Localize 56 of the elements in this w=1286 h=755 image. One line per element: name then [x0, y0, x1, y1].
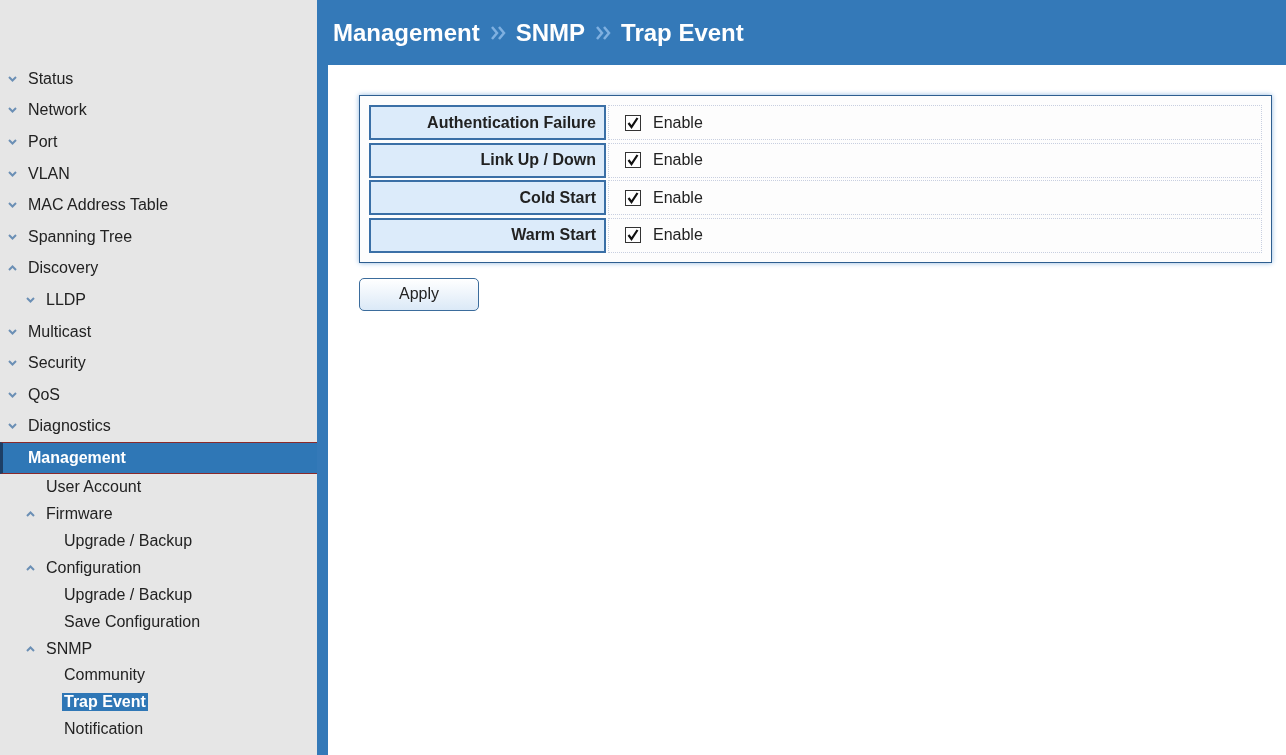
sidebar-item[interactable]: Upgrade / Backup [64, 585, 193, 604]
chevron-down-icon[interactable] [8, 75, 17, 82]
breadcrumb-item[interactable]: Management [333, 18, 480, 47]
chevron-down-icon[interactable] [8, 139, 17, 145]
chevron-down-icon[interactable] [8, 328, 17, 335]
chevron-down-icon[interactable] [26, 296, 35, 303]
sidebar-item[interactable]: Discovery [28, 259, 99, 278]
chevron-down-icon[interactable] [8, 107, 17, 114]
sidebar-item[interactable]: Status [28, 69, 74, 88]
sidebar-item[interactable]: Notification [64, 720, 144, 739]
field-label: Authentication Failure [369, 105, 606, 140]
chevron-down-icon[interactable] [8, 202, 17, 209]
checkbox[interactable] [625, 152, 641, 168]
chevron-separator-icon [489, 25, 506, 40]
checkbox-label: Enable [653, 226, 703, 244]
checkbox-label: Enable [653, 113, 703, 132]
checkbox[interactable] [625, 227, 641, 243]
field-label: Cold Start [369, 180, 606, 215]
sidebar-item[interactable]: QoS [28, 385, 60, 404]
sidebar-item[interactable]: Community [64, 666, 145, 685]
chevron-up-icon[interactable] [26, 645, 35, 652]
sidebar-item[interactable]: Upgrade / Backup [64, 531, 193, 550]
sidebar-item[interactable]: User Account [46, 478, 142, 497]
sidebar-item[interactable]: Port [28, 133, 58, 151]
sidebar-item[interactable]: Trap Event [62, 693, 148, 712]
sidebar-item[interactable]: MAC Address Table [28, 196, 169, 215]
chevron-down-icon[interactable] [8, 360, 17, 367]
sidebar-item[interactable]: Security [28, 354, 86, 373]
chevron-down-icon[interactable] [8, 423, 17, 430]
checkbox-label: Enable [653, 151, 703, 169]
chevron-separator-icon [595, 25, 612, 40]
chevron-down-icon[interactable] [8, 170, 17, 177]
chevron-up-icon[interactable] [26, 564, 35, 571]
field-label: Link Up / Down [369, 142, 606, 178]
sidebar-item[interactable]: Save Configuration [64, 612, 201, 631]
field-label: Warm Start [369, 217, 606, 253]
sidebar-item[interactable]: Firmware [46, 505, 113, 524]
sidebar-item[interactable]: Management [0, 442, 317, 474]
sidebar-item[interactable]: SNMP [46, 639, 93, 658]
sidebar-item[interactable]: VLAN [28, 164, 70, 183]
sidebar-item[interactable]: Multicast [28, 322, 92, 341]
breadcrumb-item: Trap Event [621, 18, 744, 47]
sidebar-item[interactable]: Configuration [46, 558, 142, 577]
sidebar-item[interactable]: LLDP [46, 290, 87, 309]
checkbox-label: Enable [653, 188, 703, 207]
checkbox[interactable] [625, 114, 641, 131]
sidebar-item[interactable]: Spanning Tree [28, 227, 133, 246]
apply-button[interactable]: Apply [359, 277, 479, 311]
chevron-down-icon[interactable] [8, 233, 17, 240]
chevron-down-icon[interactable] [8, 391, 17, 398]
breadcrumb-item[interactable]: SNMP [515, 18, 586, 47]
chevron-up-icon[interactable] [8, 265, 17, 272]
sidebar-item[interactable]: Network [28, 101, 87, 120]
chevron-up-icon[interactable] [26, 511, 35, 518]
checkbox[interactable] [625, 189, 641, 206]
sidebar-item[interactable]: Diagnostics [28, 417, 111, 436]
